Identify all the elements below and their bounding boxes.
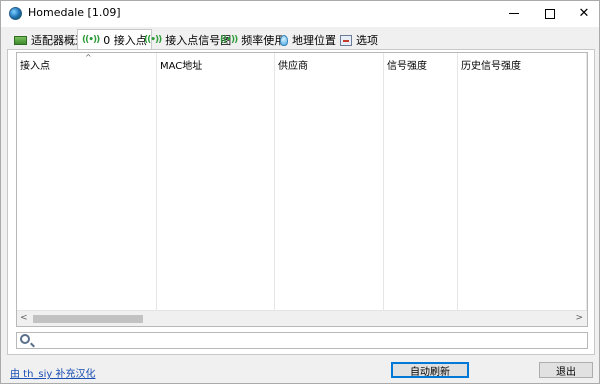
translation-credit-link[interactable]: 由 th_siy 补充汉化 bbox=[10, 365, 96, 380]
network-adapter-icon bbox=[14, 35, 27, 45]
column-divider bbox=[274, 53, 275, 311]
maximize-button[interactable] bbox=[533, 1, 567, 27]
exit-button[interactable]: 退出 bbox=[539, 362, 593, 378]
filter-bar bbox=[16, 332, 588, 349]
location-bulb-icon bbox=[280, 34, 288, 46]
column-header-vendor[interactable]: 供应商 bbox=[275, 53, 383, 75]
tab-label: 选项 bbox=[356, 34, 378, 47]
tab-strip: 适配器概述 ((•)) 0 接入点 ((•)) 接入点信号图 ((•)) 频率使… bbox=[1, 29, 599, 49]
column-divider bbox=[457, 53, 458, 311]
column-divider bbox=[156, 53, 157, 311]
maximize-icon bbox=[545, 8, 555, 19]
search-icon bbox=[20, 334, 30, 344]
search-input[interactable] bbox=[35, 333, 585, 348]
scrollbar-thumb[interactable] bbox=[33, 315, 143, 323]
column-label: MAC地址 bbox=[160, 60, 203, 72]
access-point-list[interactable]: ^ 接入点 MAC地址 供应商 信号强度 历史信号强度 < > bbox=[16, 52, 588, 327]
horizontal-scrollbar[interactable]: < > bbox=[17, 310, 587, 326]
options-icon bbox=[340, 34, 352, 46]
wifi-signal-icon: ((•)) bbox=[82, 34, 100, 45]
column-label: 信号强度 bbox=[387, 60, 427, 72]
minimize-icon bbox=[509, 13, 519, 14]
tab-geolocation[interactable]: 地理位置 bbox=[275, 31, 341, 49]
wifi-signal-icon: ((•)) bbox=[144, 35, 162, 45]
close-button[interactable]: ✕ bbox=[567, 1, 600, 27]
tab-options[interactable]: 选项 bbox=[335, 31, 383, 49]
column-label: 供应商 bbox=[278, 60, 308, 72]
column-divider bbox=[383, 53, 384, 311]
column-label: 历史信号强度 bbox=[461, 60, 521, 72]
globe-app-icon bbox=[9, 7, 22, 20]
tab-panel: ^ 接入点 MAC地址 供应商 信号强度 历史信号强度 < > bbox=[7, 49, 595, 355]
column-label: 接入点 bbox=[20, 60, 50, 72]
minimize-button[interactable] bbox=[497, 1, 531, 27]
title-bar[interactable]: Homedale [1.09] ✕ bbox=[1, 1, 599, 27]
column-header-access-point[interactable]: 接入点 bbox=[17, 53, 155, 75]
auto-refresh-button[interactable]: 自动刷新 bbox=[391, 362, 469, 378]
column-divider bbox=[586, 53, 587, 311]
tab-label: 地理位置 bbox=[292, 34, 336, 47]
column-header-mac-address[interactable]: MAC地址 bbox=[157, 53, 273, 75]
window-title: Homedale [1.09] bbox=[28, 6, 121, 19]
app-window: Homedale [1.09] ✕ 适配器概述 ((•)) 0 接入点 ((•)… bbox=[0, 0, 600, 384]
scroll-right-icon[interactable]: > bbox=[575, 313, 583, 323]
column-header-signal-strength[interactable]: 信号强度 bbox=[384, 53, 456, 75]
wifi-signal-icon: ((•)) bbox=[220, 35, 238, 45]
column-header-signal-history[interactable]: 历史信号强度 bbox=[458, 53, 586, 75]
scroll-left-icon[interactable]: < bbox=[20, 313, 28, 323]
close-icon: ✕ bbox=[578, 6, 590, 21]
